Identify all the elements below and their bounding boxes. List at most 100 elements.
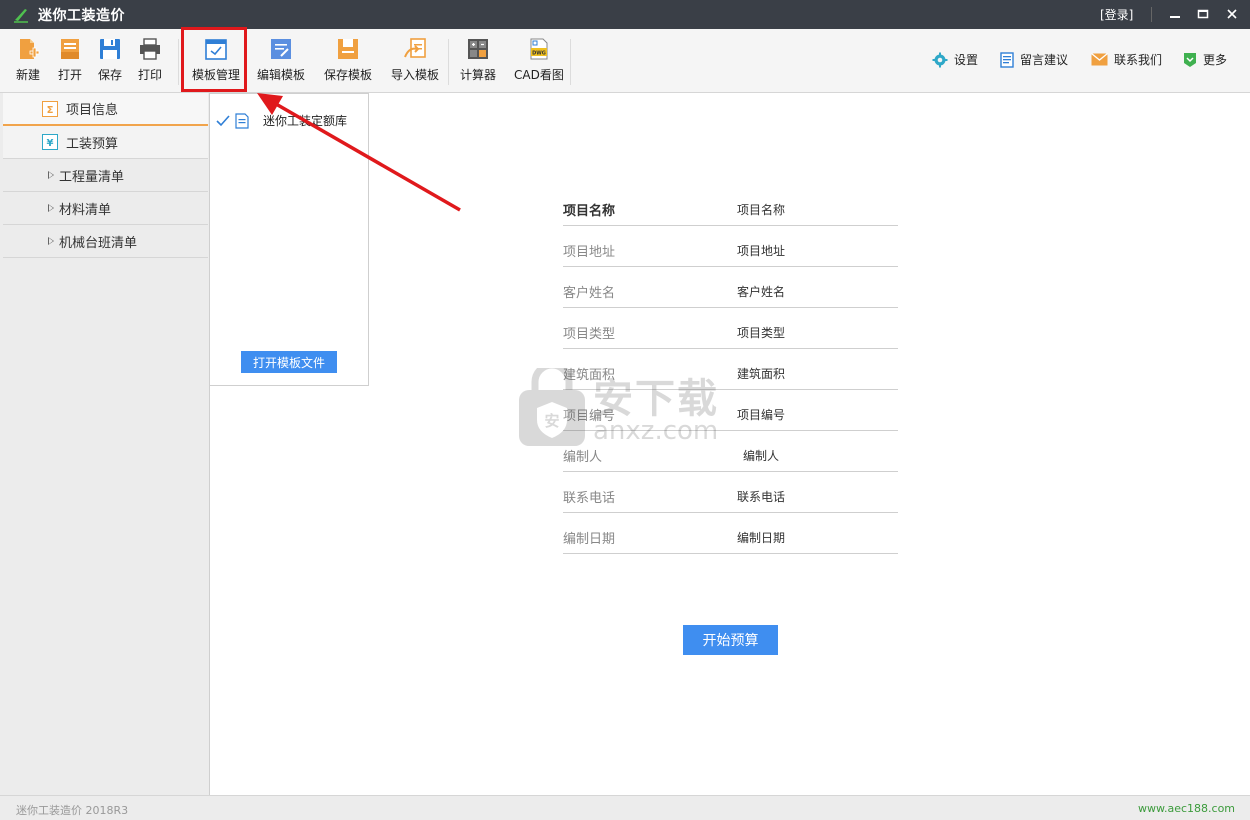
feedback-button[interactable]: 留言建议 xyxy=(1000,51,1068,68)
field-input[interactable]: 建筑面积 xyxy=(737,365,785,382)
document-icon xyxy=(235,112,249,129)
sidebar: Σ 项目信息 ¥ 工装预算 工程量清单 材料清单 机械台班清单 xyxy=(0,93,210,795)
titlebar-divider xyxy=(1151,7,1152,22)
field-label: 联系电话 xyxy=(563,491,616,506)
edit-template-icon xyxy=(271,39,291,59)
save-template-icon xyxy=(338,39,358,59)
toolbar-divider xyxy=(570,39,571,85)
feedback-icon xyxy=(1000,51,1014,68)
field-label: 项目地址 xyxy=(563,245,616,260)
close-button[interactable] xyxy=(1221,4,1243,24)
calculator-icon xyxy=(468,39,488,59)
import-template-button[interactable]: 导入模板 xyxy=(391,37,439,89)
field-label: 项目类型 xyxy=(563,327,616,342)
field-project-name[interactable]: 项目名称 项目名称 xyxy=(563,200,898,226)
field-input[interactable]: 客户姓名 xyxy=(737,283,785,300)
contact-label: 联系我们 xyxy=(1114,53,1163,67)
contact-button[interactable]: 联系我们 xyxy=(1091,51,1162,68)
template-dropdown: 迷你工装定额库 打开模板文件 xyxy=(209,93,369,386)
watermark-en: anxz.com xyxy=(593,416,719,446)
edit-template-label: 编辑模板 xyxy=(257,68,306,82)
field-input[interactable]: 项目地址 xyxy=(737,242,785,259)
sidebar-item-project-info[interactable]: Σ 项目信息 xyxy=(3,93,208,126)
save-button[interactable]: 保存 xyxy=(98,37,122,89)
sidebar-item-machinery-list[interactable]: 机械台班清单 xyxy=(3,225,208,258)
toolbar-divider xyxy=(178,39,179,85)
settings-label: 设置 xyxy=(954,53,979,67)
field-label: 编制日期 xyxy=(563,532,616,547)
close-icon xyxy=(1227,9,1237,19)
sidebar-item-label: 项目信息 xyxy=(66,103,119,118)
field-customer-name[interactable]: 客户姓名 客户姓名 xyxy=(563,282,898,308)
sidebar-item-material-list[interactable]: 材料清单 xyxy=(3,192,208,225)
field-input[interactable]: 编制日期 xyxy=(737,529,785,546)
open-button[interactable]: 打开 xyxy=(58,37,82,89)
save-template-button[interactable]: 保存模板 xyxy=(324,37,372,89)
minimize-icon xyxy=(1170,16,1180,18)
title-bar: 迷你工装造价 [登录] xyxy=(0,0,1250,29)
print-label: 打印 xyxy=(138,68,163,82)
highlight-box xyxy=(181,27,247,92)
more-icon xyxy=(1184,52,1196,67)
sidebar-item-label: 机械台班清单 xyxy=(59,235,138,251)
cad-viewer-button[interactable]: DWG CAD看图 xyxy=(514,37,564,89)
window-title: 迷你工装造价 xyxy=(38,7,125,24)
field-project-type[interactable]: 项目类型 项目类型 xyxy=(563,323,898,349)
website-link[interactable]: www.aec188.com xyxy=(1138,802,1235,815)
checkmark-icon xyxy=(216,114,230,126)
new-label: 新建 xyxy=(16,68,41,82)
status-bar: 迷你工装造价 2018R3 www.aec188.com xyxy=(0,795,1250,820)
mail-icon xyxy=(1091,53,1108,66)
svg-text:¥: ¥ xyxy=(47,138,54,149)
app-logo-icon xyxy=(14,8,28,23)
start-budget-button[interactable]: 开始预算 xyxy=(683,625,778,655)
watermark: 安 安下载 anxz.com xyxy=(517,361,735,450)
edit-template-button[interactable]: 编辑模板 xyxy=(257,37,305,89)
field-compile-date[interactable]: 编制日期 编制日期 xyxy=(563,528,898,554)
field-input[interactable]: 联系电话 xyxy=(737,488,785,505)
dwg-viewer-icon: DWG xyxy=(530,38,548,60)
calculator-label: 计算器 xyxy=(460,68,497,82)
login-link[interactable]: [登录] xyxy=(1100,6,1133,23)
maximize-button[interactable] xyxy=(1192,4,1214,24)
sidebar-item-quantity-list[interactable]: 工程量清单 xyxy=(3,159,208,192)
yen-icon: ¥ xyxy=(42,134,58,150)
field-input[interactable]: 项目类型 xyxy=(737,324,785,341)
sidebar-item-label: 工程量清单 xyxy=(59,169,125,185)
import-template-label: 导入模板 xyxy=(391,68,440,82)
new-button[interactable]: 新建 xyxy=(16,37,40,89)
sidebar-item-label: 材料清单 xyxy=(59,202,112,218)
version-text: 迷你工装造价 2018R3 xyxy=(16,804,129,817)
open-label: 打开 xyxy=(58,68,83,82)
template-item-label: 迷你工装定额库 xyxy=(263,114,348,128)
more-button[interactable]: 更多 xyxy=(1183,51,1227,68)
save-disk-icon xyxy=(100,39,120,59)
open-folder-icon xyxy=(61,39,79,59)
shield-lock-icon: 安 xyxy=(519,361,585,446)
field-label: 客户姓名 xyxy=(563,286,616,301)
sidebar-item-label: 工装预算 xyxy=(66,136,119,152)
field-phone[interactable]: 联系电话 联系电话 xyxy=(563,487,898,513)
more-label: 更多 xyxy=(1203,53,1228,67)
print-button[interactable]: 打印 xyxy=(138,37,162,89)
printer-icon xyxy=(140,38,160,60)
gear-icon xyxy=(932,52,948,67)
settings-button[interactable]: 设置 xyxy=(932,51,978,68)
field-project-address[interactable]: 项目地址 项目地址 xyxy=(563,241,898,267)
minimize-button[interactable] xyxy=(1164,4,1186,24)
sidebar-item-budget[interactable]: ¥ 工装预算 xyxy=(3,126,208,159)
field-label: 项目名称 xyxy=(563,204,616,219)
new-file-icon xyxy=(20,39,40,59)
feedback-label: 留言建议 xyxy=(1020,53,1069,67)
save-template-label: 保存模板 xyxy=(324,68,373,82)
svg-text:Σ: Σ xyxy=(47,105,54,116)
field-input[interactable]: 项目名称 xyxy=(737,201,785,218)
sigma-icon: Σ xyxy=(42,100,58,117)
field-input[interactable]: 编制人 xyxy=(743,447,779,464)
svg-text:DWG: DWG xyxy=(532,51,546,57)
calculator-button[interactable]: 计算器 xyxy=(460,37,496,89)
template-item[interactable]: 迷你工装定额库 xyxy=(216,112,347,129)
maximize-icon xyxy=(1197,9,1209,19)
field-input[interactable]: 项目编号 xyxy=(737,406,785,423)
open-template-file-button[interactable]: 打开模板文件 xyxy=(241,351,337,373)
